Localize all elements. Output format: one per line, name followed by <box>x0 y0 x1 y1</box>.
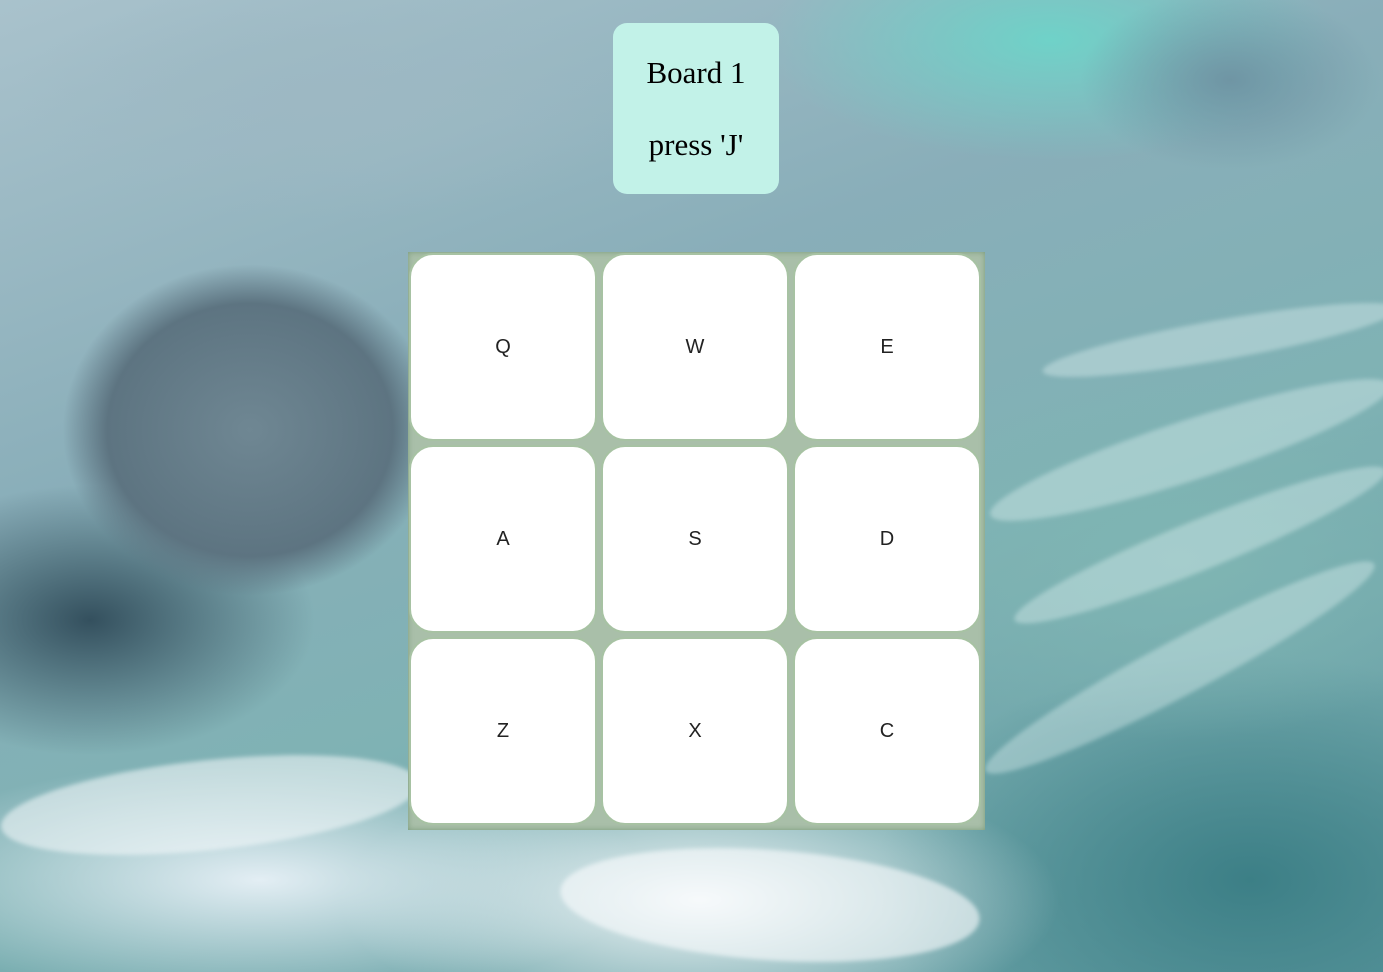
key-c[interactable]: C <box>793 637 981 825</box>
board-title: Board 1 <box>646 55 746 90</box>
instruction-text: press 'J' <box>648 127 744 162</box>
key-z[interactable]: Z <box>409 637 597 825</box>
key-w[interactable]: W <box>601 253 789 441</box>
key-a[interactable]: A <box>409 445 597 633</box>
key-e[interactable]: E <box>793 253 981 441</box>
key-d[interactable]: D <box>793 445 981 633</box>
key-grid: Q W E A S D Z X C <box>408 252 985 830</box>
board-status-card: Board 1 press 'J' <box>613 23 779 194</box>
key-q[interactable]: Q <box>409 253 597 441</box>
key-s[interactable]: S <box>601 445 789 633</box>
key-x[interactable]: X <box>601 637 789 825</box>
